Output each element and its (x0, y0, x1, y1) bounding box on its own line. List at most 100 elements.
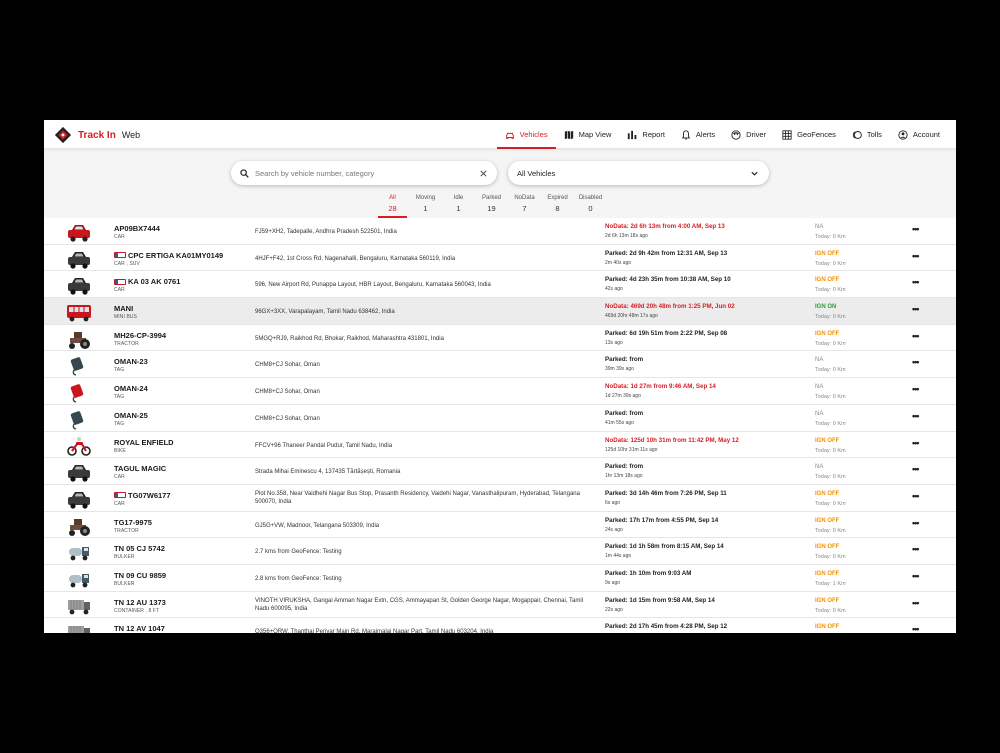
nav-vehicles[interactable]: Vehicles (496, 120, 556, 149)
vehicle-address: GJ5G+VW, Madnoor, Telangana 503309, Indi… (255, 522, 380, 529)
tab-moving[interactable]: Moving 1 (409, 194, 442, 218)
vehicle-name[interactable]: KA 03 AK 0761 (114, 277, 180, 286)
tab-all[interactable]: All 28 (376, 194, 409, 218)
india-plate-icon (114, 252, 126, 259)
vehicle-address: 5MGQ+RJ9, Raikhod Rd, Bhokar, Raikhod, M… (255, 335, 444, 342)
vehicle-category: TAG (114, 420, 125, 427)
more-options-icon[interactable]: ••• (912, 438, 920, 448)
vehicle-address: 2.7 kms from GeoFence: Testing (255, 549, 342, 556)
vehicle-name[interactable]: MANI (114, 304, 133, 313)
tab-parked[interactable]: Parked 19 (475, 194, 508, 218)
vehicle-name[interactable]: TN 12 AV 1047 (114, 624, 165, 633)
vehicle-name[interactable]: OMAN-24 (114, 384, 148, 393)
vehicle-name[interactable]: TN 05 CJ 5742 (114, 544, 165, 553)
bell-icon (681, 129, 691, 140)
nav-map-view[interactable]: Map View (556, 120, 620, 149)
vehicle-row[interactable]: OMAN-24 TAG CHM8+CJ Sohar, Oman NoData: 1d … (44, 378, 956, 405)
vehicle-row[interactable]: TAGUL MAGIC CAR Strada Mihai Eminescu 4, 1… (44, 458, 956, 485)
brand-subtitle: Web (121, 130, 141, 140)
vehicle-name-text: KA 03 AK 0761 (128, 277, 181, 287)
vehicle-category: CAR (114, 474, 125, 481)
vehicle-address: CHM8+CJ Sohar, Oman (255, 362, 320, 369)
today-distance: Today: 0 Km (815, 554, 846, 561)
more-options-icon[interactable]: ••• (912, 464, 920, 474)
vehicle-address: 2.8 kms from GeoFence: Testing (255, 575, 342, 582)
nav-tolls[interactable]: Tolls (844, 120, 890, 149)
bar-chart-icon (628, 130, 637, 139)
vehicle-row[interactable]: OMAN-25 TAG CHM8+CJ Sohar, Oman Parked: fro… (44, 404, 956, 432)
tab-count: 1 (423, 204, 428, 213)
bike-red-icon (67, 436, 91, 456)
nav-driver[interactable]: Driver (723, 120, 774, 149)
vehicle-row[interactable]: CPC ERTIGA KA01MY0149 CAR , SUV 4HJF+F42, … (44, 244, 956, 272)
vehicle-row[interactable]: MH26-CP-3994 TRACTOR 5MGQ+RJ9, Raikhod Rd,… (44, 324, 956, 352)
nav-geofences[interactable]: GeoFences (774, 120, 844, 149)
vehicle-status: Parked: 1d 1h 58m from 8:15 AM, Sep 14 (605, 543, 724, 551)
vehicle-name[interactable]: TAGUL MAGIC (114, 464, 166, 473)
vehicle-row[interactable]: MANI MINI BUS 96GX+3XX, Varapalayam, Tamil… (44, 298, 956, 325)
vehicle-name[interactable]: AP09BX7444 (114, 224, 160, 233)
more-options-icon[interactable]: ••• (912, 384, 920, 394)
vehicle-row[interactable]: ROYAL ENFIELD BIKE FFCV+96 Thaneer Pandal … (44, 431, 956, 459)
vehicle-list: AP09BX7444 CAR FJ59+XH2, Tadepalle, Andhra… (44, 218, 956, 633)
vehicle-row[interactable]: OMAN-23 TAG CHM8+CJ Sohar, Oman Parked: fro… (44, 351, 956, 379)
vehicle-name[interactable]: TN 12 AU 1373 (114, 598, 166, 607)
ignition-status: IGN OFF (815, 437, 840, 444)
tab-disabled[interactable]: Disabled 0 (574, 194, 607, 218)
vehicle-category: CAR (114, 234, 125, 240)
more-options-icon[interactable]: ••• (912, 411, 920, 421)
more-options-icon[interactable]: ••• (912, 624, 920, 633)
vehicle-name-text: TG17-9975 (114, 517, 152, 527)
vehicle-category: TRACTOR (114, 340, 139, 347)
vehicle-last-update: 42s ago (605, 286, 623, 293)
vehicle-name[interactable]: ROYAL ENFIELD (114, 438, 174, 447)
vehicle-row[interactable]: TG07W6177 CAR Plot No.358, Near Vaidhehi N… (44, 484, 956, 512)
brand[interactable]: Track In Web (54, 124, 140, 146)
status-tabs: All 28 Moving 1 Idle 1 Parked 19 NoData 7 Exp… (376, 194, 607, 218)
search-input[interactable] (255, 168, 479, 178)
vehicle-name-text: TN 09 CU 9859 (114, 570, 167, 580)
vehicle-name[interactable]: MH26-CP-3994 (114, 331, 166, 340)
more-options-icon[interactable]: ••• (912, 491, 920, 501)
more-options-icon[interactable]: ••• (912, 357, 920, 367)
more-options-icon[interactable]: ••• (912, 304, 920, 314)
vehicle-name[interactable]: TG17-9975 (114, 518, 152, 527)
vehicle-name[interactable]: TN 09 CU 9859 (114, 571, 166, 580)
vehicle-status: Parked: from (605, 463, 644, 471)
vehicle-row[interactable]: TG17-9975 TRACTOR GJ5G+VW, Madnoor, Telang… (44, 511, 956, 539)
vehicle-row[interactable]: TN 12 AV 1047 Q356+QRW, Thanthai Periyar … (44, 618, 956, 633)
more-options-icon[interactable]: ••• (912, 277, 920, 287)
vehicle-filter-select[interactable]: All Vehicles (508, 161, 769, 185)
vehicle-row[interactable]: AP09BX7444 CAR FJ59+XH2, Tadepalle, Andhra… (44, 218, 956, 245)
tab-expired[interactable]: Expired 8 (541, 194, 574, 218)
vehicle-status: Parked: 1h 10m from 9:03 AM (605, 569, 692, 577)
nav-account[interactable]: Account (890, 120, 948, 149)
nav-alerts[interactable]: Alerts (673, 120, 723, 149)
more-options-icon[interactable]: ••• (912, 518, 920, 528)
ignition-status: NA (815, 224, 824, 230)
clear-icon[interactable] (479, 169, 488, 178)
tab-nodata[interactable]: NoData 7 (508, 194, 541, 218)
vehicle-name-text: TN 12 AV 1047 (114, 624, 165, 633)
more-options-icon[interactable]: ••• (912, 544, 920, 554)
more-options-icon[interactable]: ••• (912, 224, 920, 234)
vehicle-row[interactable]: TN 05 CJ 5742 BULKER 2.7 kms from GeoFence… (44, 538, 956, 565)
nav-report[interactable]: Report (619, 120, 673, 149)
more-options-icon[interactable]: ••• (912, 331, 920, 341)
vehicle-name[interactable]: OMAN-25 (114, 411, 148, 420)
ignition-status: IGN OFF (815, 277, 840, 284)
vehicle-name[interactable]: TG07W6177 (114, 491, 171, 500)
more-options-icon[interactable]: ••• (912, 251, 920, 261)
tab-idle[interactable]: Idle 1 (442, 194, 475, 218)
search-icon (240, 168, 249, 178)
vehicle-row[interactable]: TN 12 AU 1373 CONTAINER , 8 FT VINOTH VIRU… (44, 591, 956, 619)
vehicle-row[interactable]: TN 09 CU 9859 BULKER 2.8 kms from GeoFence… (44, 564, 956, 592)
more-options-icon[interactable]: ••• (912, 571, 920, 581)
more-options-icon[interactable]: ••• (912, 598, 920, 608)
brand-name: Track In (78, 129, 116, 141)
vehicle-status: Parked: 2d 9h 42m from 12:31 AM, Sep 13 (605, 249, 728, 257)
vehicle-name[interactable]: CPC ERTIGA KA01MY0149 (114, 251, 223, 260)
vehicle-row[interactable]: KA 03 AK 0761 CAR 596, New Airport Rd, Pun… (44, 271, 956, 299)
today-distance: Today: 1 Km (815, 580, 846, 587)
vehicle-name[interactable]: OMAN-23 (114, 357, 148, 366)
